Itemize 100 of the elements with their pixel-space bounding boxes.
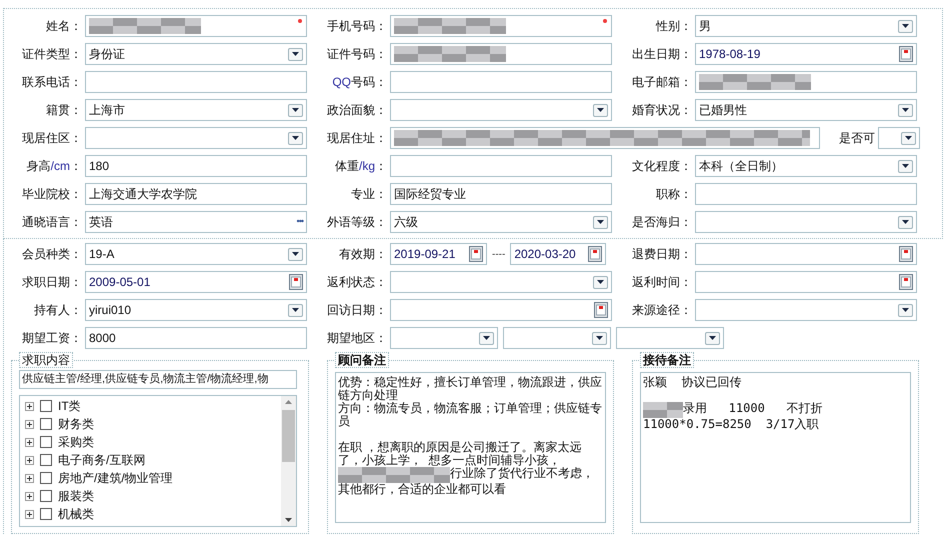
dropdown[interactable]: 男 xyxy=(695,15,917,37)
tree-item[interactable]: 财务类 xyxy=(58,415,94,433)
calendar-icon[interactable] xyxy=(469,246,483,262)
field-label: 来源途径： xyxy=(631,302,693,319)
text-field[interactable]: 8000 xyxy=(85,327,307,349)
selected-jobs-field[interactable]: 供应链主管/经理,供应链专员,物流主管/物流经理,物 xyxy=(19,370,297,389)
field-label: ： xyxy=(375,158,387,175)
pixelated-text xyxy=(643,402,683,418)
field-label: 返利时间： xyxy=(631,274,693,291)
dropdown[interactable]: yirui010 xyxy=(85,299,307,321)
calendar-icon[interactable] xyxy=(289,274,303,290)
group-title: 接待备注 xyxy=(640,352,694,368)
field-label: ： xyxy=(70,158,82,175)
expand-icon[interactable] xyxy=(25,492,34,500)
field-label: QQ xyxy=(332,74,351,91)
dropdown[interactable]: 身份证 xyxy=(85,43,307,65)
note-text: 方向：物流专员，物流客服；订单管理；供应链专员 xyxy=(338,402,603,428)
field-label: 外语等级： xyxy=(326,214,388,231)
field-label: 性别： xyxy=(654,18,693,35)
field-label: 籍贯： xyxy=(45,102,83,119)
field-label: 电子邮箱： xyxy=(631,74,693,91)
checkbox[interactable] xyxy=(40,454,52,466)
date-field[interactable]: 1978-08-19 xyxy=(695,43,917,65)
field-label: 证件号码： xyxy=(326,46,388,63)
note-text: 其他都行，合适的企业都可以看 xyxy=(338,483,506,496)
dropdown[interactable]: 上海市 xyxy=(85,99,307,121)
note-field[interactable]: 优势：稳定性好，擅长订单管理，物流跟进，供应链方向处理 方向：物流专员，物流客服；订单管理；供应链专员 在职 ，想离职的原因是公司搬迁了。离家太远了，小孩上学， 想多一点时间辅导小孩， 行业除了货代行业不考虑， 其他都行，合适的企业都可以看 xyxy=(335,372,606,523)
note-text: 优势：稳定性好，擅长订单管理，物流跟进，供应链方向处理 xyxy=(338,376,603,402)
calendar-icon[interactable] xyxy=(594,302,608,318)
text-field[interactable]: 180 xyxy=(85,155,307,177)
calendar-icon[interactable] xyxy=(899,46,913,62)
field-label: 期望工资： xyxy=(21,330,83,347)
checkbox[interactable] xyxy=(40,472,52,484)
expand-icon[interactable] xyxy=(25,420,34,428)
dropdown[interactable]: 已婚男性 xyxy=(695,99,917,121)
group-title: 求职内容 xyxy=(19,352,73,368)
date-field[interactable]: 2009-05-01 xyxy=(85,271,307,293)
expand-icon[interactable] xyxy=(25,456,34,464)
date-field[interactable]: 2019-09-21 xyxy=(390,243,487,265)
calendar-icon[interactable] xyxy=(899,274,913,290)
checkbox[interactable] xyxy=(40,418,52,430)
tree-item[interactable]: 房地产/建筑/物业管理 xyxy=(58,469,173,487)
tree-item[interactable]: 采购类 xyxy=(58,433,94,451)
expand-icon[interactable] xyxy=(25,510,34,518)
text-field[interactable] xyxy=(695,71,917,93)
field-label: 是否海归： xyxy=(631,214,693,231)
field-label: 会员种类： xyxy=(21,246,83,263)
text-field[interactable] xyxy=(85,71,307,93)
calendar-icon[interactable] xyxy=(899,246,913,262)
tree-item[interactable]: 电子商务/互联网 xyxy=(58,451,146,469)
field-label: 出生日期： xyxy=(631,46,693,63)
expand-icon[interactable] xyxy=(25,438,34,446)
scroll-thumb[interactable] xyxy=(282,410,295,462)
text-field[interactable] xyxy=(390,127,820,149)
date-field[interactable] xyxy=(390,299,612,321)
date-field[interactable] xyxy=(695,243,917,265)
field-label: 毕业院校： xyxy=(21,186,83,203)
dropdown[interactable]: 19-A xyxy=(85,243,307,265)
text-field[interactable] xyxy=(390,71,612,93)
expand-icon[interactable] xyxy=(25,402,34,410)
calendar-icon[interactable] xyxy=(588,246,602,262)
date-field[interactable]: 2020-03-20 xyxy=(510,243,606,265)
field-label: 证件类型： xyxy=(21,46,83,63)
field-label: 手机号码： xyxy=(326,18,388,35)
text-field[interactable] xyxy=(85,15,307,37)
text-field[interactable] xyxy=(390,43,612,65)
note-text: 11000*0.75=8250 3/17入职 xyxy=(643,418,819,431)
scroll-down-icon[interactable] xyxy=(285,518,292,522)
text-field[interactable] xyxy=(390,15,612,37)
note-text: 行业除了货代行业不考虑， xyxy=(450,467,594,480)
note-text: 录用 11000 不打折 xyxy=(683,402,822,415)
expand-icon[interactable] xyxy=(25,474,34,482)
field-label: 政治面貌： xyxy=(326,102,388,119)
date-field[interactable] xyxy=(695,271,917,293)
lookup-field[interactable]: 英语 ••• xyxy=(85,211,307,233)
field-label: 文化程度： xyxy=(631,158,693,175)
field-label: /cm xyxy=(50,158,70,175)
tree-item[interactable]: 机械类 xyxy=(58,505,94,523)
text-field[interactable]: 上海交通大学农学院 xyxy=(85,183,307,205)
field-label: 是否可 xyxy=(838,130,876,147)
scrollbar[interactable] xyxy=(281,396,296,526)
note-field[interactable]: 张颖 协议已回传 录用 11000 不打折 11000*0.75=8250 3/17入职 xyxy=(640,372,911,523)
dropdown[interactable]: 六级 xyxy=(390,211,612,233)
range-separator: ---- xyxy=(491,248,506,262)
text-field[interactable]: 国际经贸专业 xyxy=(390,183,612,205)
dropdown[interactable]: 本科（全日制） xyxy=(695,155,917,177)
field-label: 现居住址： xyxy=(326,130,388,147)
scroll-up-icon[interactable] xyxy=(285,400,292,404)
more-button[interactable]: ••• xyxy=(296,215,303,229)
checkbox[interactable] xyxy=(40,436,52,448)
field-label: 号码： xyxy=(351,74,387,91)
text-field[interactable] xyxy=(390,155,612,177)
tree-item[interactable]: 服装类 xyxy=(58,487,94,505)
tree-item[interactable]: IT类 xyxy=(58,397,81,415)
field-label: 联系电话： xyxy=(21,74,83,91)
field-label: 求职日期： xyxy=(21,274,83,291)
text-field[interactable] xyxy=(695,183,917,205)
checkbox[interactable] xyxy=(40,400,52,412)
checkbox[interactable] xyxy=(40,490,52,502)
checkbox[interactable] xyxy=(40,508,52,520)
